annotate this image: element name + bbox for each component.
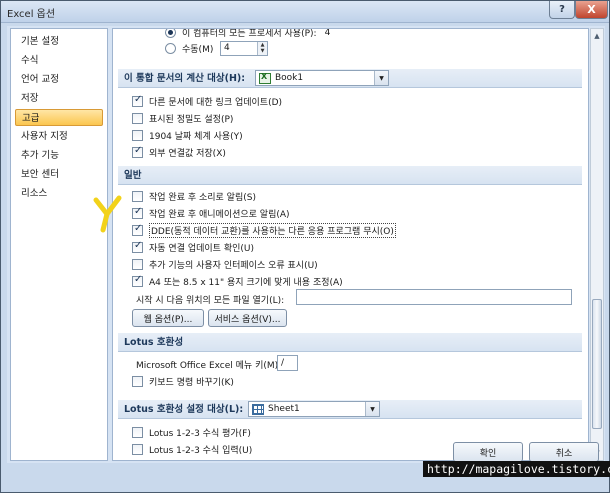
sidebar-item-resources[interactable]: 리소스	[15, 185, 103, 202]
checkbox-update-links[interactable]	[132, 94, 143, 107]
window-title: Excel 옵션	[7, 9, 56, 20]
radio-manual-row[interactable]: 수동(M)	[165, 41, 213, 56]
general-section-title: 일반	[124, 170, 142, 181]
lotus-section-title: Lotus 호환성	[124, 337, 184, 348]
category-sidebar: 기본 설정 수식 언어 교정 저장 고급 사용자 지정 추가 기능 보안 센터 …	[10, 28, 108, 461]
option-label: 키보드 명령 바꾸기(K)	[149, 378, 234, 388]
menu-key-input[interactable]: /	[277, 355, 298, 371]
scroll-up-icon[interactable]: ▲	[591, 29, 603, 43]
cancel-button[interactable]: 취소	[529, 442, 599, 462]
sidebar-item-basic[interactable]: 기본 설정	[15, 33, 103, 50]
radio-manual[interactable]	[165, 43, 176, 54]
workbook-select-value: Book1	[275, 73, 304, 83]
option-label: 1904 날짜 체계 사용(Y)	[149, 132, 243, 142]
option-label: Lotus 1-2-3 수식 평가(F)	[149, 429, 251, 439]
checkbox-addin-ui-errors[interactable]	[132, 259, 143, 270]
option-ignore-dde[interactable]: DDE(동적 데이터 교환)를 사용하는 다른 응용 프로그램 무시(O)	[132, 223, 396, 238]
manual-threads-stepper[interactable]: 4 ▲ ▼	[220, 41, 268, 56]
manual-threads-value: 4	[224, 43, 230, 53]
option-label: Lotus 1-2-3 수식 입력(U)	[149, 446, 253, 456]
stepper-arrows-icon[interactable]: ▲ ▼	[257, 42, 267, 55]
ok-button[interactable]: 확인	[453, 442, 523, 462]
checkbox-precision[interactable]	[132, 113, 143, 124]
option-save-external[interactable]: 외부 연결값 저장(X)	[132, 145, 226, 160]
general-section-header: 일반	[118, 166, 582, 185]
worksheet-icon	[252, 403, 264, 415]
sidebar-item-customize[interactable]: 사용자 지정	[15, 128, 103, 145]
help-button[interactable]: ?	[549, 1, 575, 19]
sidebar-item-addins[interactable]: 추가 기능	[15, 147, 103, 164]
advanced-options-panel: 이 컴퓨터의 모든 프로세서 사용(P): 4 수동(M) 4 ▲ ▼ 이 통합 …	[112, 28, 589, 461]
scrollbar-thumb[interactable]	[592, 299, 602, 429]
radio-all-processors-label: 이 컴퓨터의 모든 프로세서 사용(P):	[182, 29, 317, 39]
excel-options-dialog: Excel 옵션 ? X 기본 설정 수식 언어 교정 저장 고급 사용자 지정…	[0, 0, 610, 493]
watermark-url: http://mapagilove.tistory.com	[423, 461, 610, 477]
option-precision[interactable]: 표시된 정밀도 설정(P)	[132, 111, 233, 126]
option-label: 추가 기능의 사용자 인터페이스 오류 표시(U)	[149, 261, 318, 271]
option-label: 작업 완료 후 소리로 알림(S)	[149, 193, 256, 203]
checkbox-ignore-dde[interactable]	[132, 223, 143, 236]
radio-manual-label: 수동(M)	[182, 45, 214, 55]
option-label: A4 또는 8.5 x 11" 용지 크기에 맞게 내용 조정(A)	[149, 278, 343, 288]
help-icon: ?	[559, 4, 565, 15]
calc-section-title: 이 통합 문서의 계산 대상(H):	[124, 73, 246, 84]
sheet-select-value: Sheet1	[268, 404, 300, 414]
option-label: DDE(동적 데이터 교환)를 사용하는 다른 응용 프로그램 무시(O)	[149, 223, 396, 238]
option-1904[interactable]: 1904 날짜 체계 사용(Y)	[132, 128, 243, 143]
option-label: 자동 연결 업데이트 확인(U)	[149, 244, 254, 254]
option-animation-feedback[interactable]: 작업 완료 후 애니메이션으로 알림(A)	[132, 206, 290, 221]
menu-key-label: Microsoft Office Excel 메뉴 키(M):	[136, 361, 282, 371]
lotus-settings-section-title: Lotus 호환성 설정 대상(L):	[124, 404, 244, 415]
workbook-select[interactable]: Book1 ▼	[255, 70, 389, 86]
option-lotus-formula-entry[interactable]: Lotus 1-2-3 수식 입력(U)	[132, 442, 252, 457]
menu-key-value: /	[281, 358, 285, 368]
option-label: 다른 문서에 대한 링크 업데이트(D)	[149, 98, 283, 108]
checkbox-lotus-formula-entry[interactable]	[132, 444, 143, 455]
dialog-body: 기본 설정 수식 언어 교정 저장 고급 사용자 지정 추가 기능 보안 센터 …	[7, 26, 605, 463]
checkbox-nav-keys[interactable]	[132, 376, 143, 387]
option-addin-ui-errors[interactable]: 추가 기능의 사용자 인터페이스 오류 표시(U)	[132, 257, 318, 272]
sidebar-item-proofing[interactable]: 언어 교정	[15, 71, 103, 88]
sidebar-item-save[interactable]: 저장	[15, 90, 103, 107]
checkbox-sound-feedback[interactable]	[132, 191, 143, 202]
service-options-button[interactable]: 서비스 옵션(V)...	[208, 309, 287, 327]
checkbox-save-external[interactable]	[132, 145, 143, 158]
content-scrollbar[interactable]: ▲ ▼	[590, 28, 604, 461]
chevron-down-icon[interactable]: ▼	[365, 402, 379, 416]
option-label: 작업 완료 후 애니메이션으로 알림(A)	[149, 210, 290, 220]
sheet-select[interactable]: Sheet1 ▼	[248, 401, 380, 417]
option-nav-keys[interactable]: 키보드 명령 바꾸기(K)	[132, 374, 234, 389]
startup-folder-input[interactable]	[296, 289, 572, 305]
option-lotus-formula-eval[interactable]: Lotus 1-2-3 수식 평가(F)	[132, 425, 251, 440]
chevron-down-icon[interactable]: ▼	[374, 71, 388, 85]
lotus-section-header: Lotus 호환성	[118, 333, 582, 352]
option-update-links[interactable]: 다른 문서에 대한 링크 업데이트(D)	[132, 94, 282, 109]
processor-count: 4	[324, 28, 331, 38]
close-icon: X	[587, 3, 596, 16]
checkbox-lotus-formula-eval[interactable]	[132, 427, 143, 438]
startup-folder-label: 시작 시 다음 위치의 모든 파일 열기(L):	[136, 296, 285, 306]
radio-all-processors[interactable]	[165, 29, 176, 38]
yellow-annotation-mark	[93, 195, 122, 233]
sidebar-item-advanced[interactable]: 고급	[15, 109, 103, 126]
option-auto-update-links[interactable]: 자동 연결 업데이트 확인(U)	[132, 240, 254, 255]
sidebar-item-formulas[interactable]: 수식	[15, 52, 103, 69]
option-scale-a4[interactable]: A4 또는 8.5 x 11" 용지 크기에 맞게 내용 조정(A)	[132, 274, 343, 289]
checkbox-animation-feedback[interactable]	[132, 206, 143, 219]
option-label: 표시된 정밀도 설정(P)	[149, 115, 234, 125]
web-options-button[interactable]: 웹 옵션(P)...	[132, 309, 204, 327]
sidebar-item-trust-center[interactable]: 보안 센터	[15, 166, 103, 183]
excel-workbook-icon	[259, 72, 271, 84]
checkbox-auto-update-links[interactable]	[132, 240, 143, 253]
checkbox-scale-a4[interactable]	[132, 274, 143, 287]
close-button[interactable]: X	[575, 1, 608, 19]
checkbox-1904[interactable]	[132, 130, 143, 141]
option-sound-feedback[interactable]: 작업 완료 후 소리로 알림(S)	[132, 189, 256, 204]
title-bar: Excel 옵션 ? X	[1, 1, 609, 23]
radio-all-processors-row[interactable]: 이 컴퓨터의 모든 프로세서 사용(P): 4	[165, 28, 331, 40]
option-label: 외부 연결값 저장(X)	[149, 149, 226, 159]
